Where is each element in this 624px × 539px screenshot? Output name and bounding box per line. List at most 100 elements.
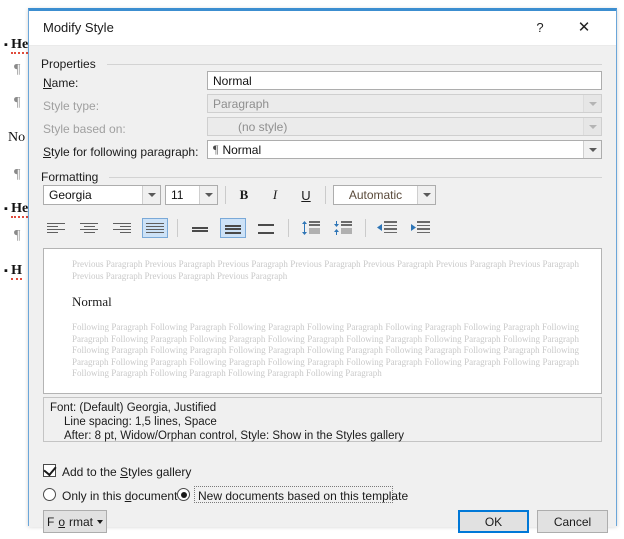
style-preview-pane: Previous Paragraph Previous Paragraph Pr…: [43, 248, 602, 394]
space-before-icon: [300, 221, 320, 235]
close-icon[interactable]: ✕: [570, 15, 598, 41]
style-for-following-paragraph-dropdown[interactable]: ¶ Normal: [207, 140, 602, 159]
font-color-dropdown[interactable]: Automatic: [333, 185, 436, 205]
downup-arrow-icon: [334, 221, 339, 235]
align-center-button[interactable]: [76, 218, 102, 238]
underline-button[interactable]: U: [294, 185, 318, 205]
increase-indent-icon: [410, 221, 430, 235]
toolbar-separator: [288, 219, 289, 237]
bullet-icon: ▪: [4, 203, 8, 216]
style-based-on-dropdown: (no style): [207, 117, 602, 136]
style-for-following-paragraph-label: Style for following paragraph:: [43, 145, 199, 159]
left-arrow-icon: [377, 224, 382, 231]
description-line-1: Font: (Default) Georgia, Justified: [50, 402, 217, 414]
line-spacing-1-5-icon: [225, 222, 241, 235]
style-for-following-paragraph-value: Normal: [222, 142, 262, 157]
font-size-value: 11: [171, 188, 184, 202]
chevron-down-icon: [583, 118, 601, 135]
pilcrow-mark: ¶: [14, 228, 21, 243]
chevron-down-icon: [97, 519, 104, 524]
toolbar-separator: [225, 186, 226, 204]
pilcrow-icon: ¶: [213, 142, 219, 156]
dialog-titlebar[interactable]: Modify Style ? ✕: [29, 11, 616, 46]
dialog-body: Properties Name: Normal Style type: Para…: [29, 46, 616, 533]
cancel-button[interactable]: Cancel: [537, 510, 608, 533]
style-type-dropdown: Paragraph: [207, 94, 602, 113]
italic-button[interactable]: I: [263, 185, 287, 205]
only-in-this-document-radio[interactable]: [43, 488, 56, 501]
screen: ▪ He ¶ ¶ No ¶ ▪ He ¶ ▪ H Modify Style ? …: [0, 0, 624, 539]
chevron-down-icon[interactable]: [142, 186, 160, 204]
align-left-icon: [47, 222, 65, 235]
align-right-icon: [113, 222, 131, 235]
help-icon[interactable]: ?: [526, 15, 554, 41]
bullet-icon: ▪: [4, 39, 8, 52]
align-justify-icon: [146, 222, 164, 235]
add-to-styles-gallery-checkbox[interactable]: [43, 462, 57, 477]
style-based-on-value: (no style): [238, 119, 288, 134]
font-family-dropdown[interactable]: Georgia: [43, 185, 161, 205]
increase-space-after-button[interactable]: [329, 217, 355, 239]
line-spacing-1-5-button[interactable]: [220, 218, 246, 238]
heading-text: He: [11, 37, 29, 54]
format-button[interactable]: Fo rmat: [43, 510, 107, 533]
style-description: Font: (Default) Georgia, Justified Line …: [43, 397, 602, 442]
style-based-on-label: Style based on:: [43, 122, 126, 136]
font-size-dropdown[interactable]: 11: [165, 185, 218, 205]
properties-group-label: Properties: [41, 57, 101, 71]
document-bullet-heading: ▪ He: [4, 200, 29, 218]
document-bullet-heading: ▪ He: [4, 36, 29, 54]
chevron-down-icon[interactable]: [417, 186, 435, 204]
decrease-indent-icon: [377, 221, 397, 235]
ok-button[interactable]: OK: [458, 510, 529, 533]
bullet-icon: ▪: [4, 265, 8, 278]
bold-button[interactable]: B: [232, 185, 256, 205]
line-spacing-double-button[interactable]: [253, 218, 279, 238]
modify-style-dialog: Modify Style ? ✕ Properties Name: Normal…: [28, 8, 617, 533]
pilcrow-mark: ¶: [14, 95, 21, 110]
description-line-2: Line spacing: 1,5 lines, Space: [64, 416, 217, 428]
dialog-title: Modify Style: [43, 20, 114, 35]
chevron-down-icon[interactable]: [199, 186, 217, 204]
toolbar-separator: [177, 219, 178, 237]
heading-text: He: [11, 201, 29, 218]
toolbar-separator: [365, 219, 366, 237]
right-arrow-icon: [411, 224, 416, 231]
font-family-value: Georgia: [49, 188, 92, 202]
style-type-value: Paragraph: [213, 96, 270, 111]
align-left-button[interactable]: [43, 218, 69, 238]
increase-indent-button[interactable]: [407, 217, 433, 239]
space-after-icon: [332, 221, 352, 235]
document-body-text: No: [8, 130, 26, 145]
document-bullet-heading: ▪ H: [4, 262, 23, 280]
chevron-down-icon[interactable]: [583, 141, 601, 158]
preview-previous-paragraph: Previous Paragraph Previous Paragraph Pr…: [72, 259, 579, 281]
preview-following-paragraph: Following Paragraph Following Paragraph …: [72, 322, 579, 378]
add-to-styles-gallery-label[interactable]: Add to the Styles gallery: [62, 465, 191, 479]
pilcrow-mark: ¶: [14, 62, 21, 77]
line-spacing-single-button[interactable]: [187, 218, 213, 238]
name-input[interactable]: Normal: [207, 71, 602, 90]
formatting-group-label: Formatting: [41, 170, 104, 184]
decrease-space-before-button[interactable]: [297, 217, 323, 239]
name-label: Name:: [43, 76, 79, 90]
line-spacing-double-icon: [258, 222, 274, 235]
align-right-button[interactable]: [109, 218, 135, 238]
new-documents-radio[interactable]: [177, 488, 190, 501]
checkmark-icon: [43, 462, 57, 477]
space-block: [341, 228, 352, 234]
description-line-3: After: 8 pt, Widow/Orphan control, Style…: [64, 430, 405, 442]
font-color-value: Automatic: [348, 188, 403, 202]
space-block: [309, 228, 320, 234]
line-spacing-single-icon: [192, 222, 208, 235]
pilcrow-mark: ¶: [14, 167, 21, 182]
heading-text: H: [11, 263, 23, 280]
properties-group-rule: [107, 64, 602, 65]
decrease-indent-button[interactable]: [374, 217, 400, 239]
preview-sample-text: Normal: [72, 294, 112, 309]
updown-arrow-icon: [302, 221, 307, 235]
new-documents-label[interactable]: New documents based on this template: [198, 489, 408, 503]
only-in-this-document-label[interactable]: Only in this document: [62, 489, 177, 503]
align-justify-button[interactable]: [142, 218, 168, 238]
formatting-group-rule: [109, 177, 602, 178]
